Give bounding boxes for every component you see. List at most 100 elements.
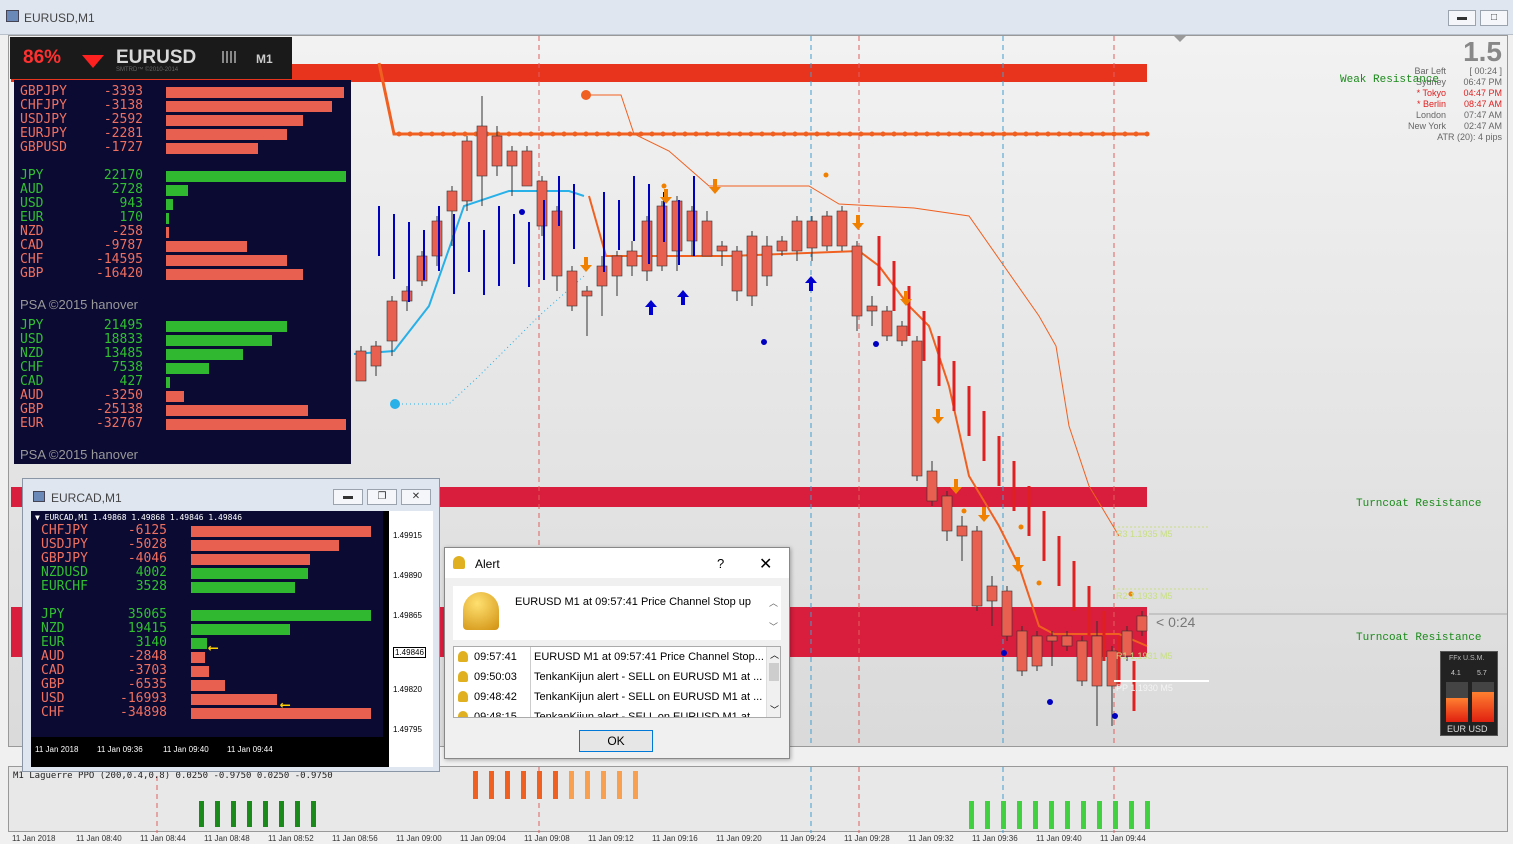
list-scroll-down-icon[interactable]: ﹀ bbox=[770, 703, 779, 716]
sell-arrow-icon bbox=[852, 215, 864, 230]
list-scroll-thumb[interactable] bbox=[769, 663, 779, 681]
message-scroll-down[interactable]: ﹀ bbox=[769, 620, 778, 633]
signal-dot bbox=[1036, 580, 1042, 586]
currency2-row: JPY 21495 bbox=[20, 319, 346, 333]
currency2-bar bbox=[166, 321, 287, 332]
candle-body bbox=[1001, 590, 1013, 637]
candle-body bbox=[956, 525, 968, 537]
candle-body bbox=[416, 255, 428, 282]
histogram-bar bbox=[1017, 801, 1022, 829]
currency2-row: AUD -3250 bbox=[20, 389, 346, 403]
channel-dot bbox=[616, 131, 622, 137]
channel-dot bbox=[1045, 131, 1051, 137]
currency-value: 170 bbox=[119, 210, 143, 225]
candle-body bbox=[506, 150, 518, 167]
pair-bar bbox=[166, 115, 303, 126]
histogram-bar bbox=[263, 801, 268, 827]
eurcad-restore-button[interactable]: ❐ bbox=[367, 489, 397, 505]
eurcad-currency-bar bbox=[191, 680, 226, 691]
eurcad-minimize-button[interactable]: ▬ bbox=[333, 489, 363, 505]
maximize-button[interactable]: □ bbox=[1480, 10, 1508, 26]
session-time: 07:47 AM bbox=[1463, 110, 1502, 120]
signal-dot bbox=[1047, 699, 1053, 705]
alert-list-item[interactable]: 09:50:03 TenkanKijun alert - SELL on EURU… bbox=[454, 667, 766, 687]
candle-body bbox=[551, 210, 563, 277]
alert-time: 09:57:41 bbox=[474, 651, 517, 663]
currency2-value: -3250 bbox=[103, 388, 143, 403]
candle-body bbox=[731, 250, 743, 292]
eurcad-currency-bar bbox=[191, 610, 371, 621]
list-scrollbar[interactable]: ︿ ﹀ bbox=[766, 647, 780, 717]
minimize-button[interactable]: ▬ bbox=[1448, 10, 1476, 26]
currency2-bar bbox=[166, 349, 244, 360]
alert-list-item[interactable]: 09:48:15 TenkanKijun alert - SELL on EURU… bbox=[454, 707, 766, 717]
channel-dot bbox=[715, 131, 721, 137]
eurcad-title: EURCAD,M1 bbox=[51, 491, 122, 505]
ok-button[interactable]: OK bbox=[579, 730, 653, 752]
currency2-row: NZD 13485 bbox=[20, 347, 346, 361]
eurcad-pair-value: -5028 bbox=[127, 537, 167, 552]
currency-row: AUD 2728 bbox=[20, 183, 346, 197]
alert-dialog[interactable]: Alert ? ✕ EURUSD M1 at 09:57:41 Price Ch… bbox=[444, 547, 790, 759]
close-button[interactable]: ✕ bbox=[759, 554, 772, 574]
turncoat-resistance-label-1: Turncoat Resistance bbox=[1356, 498, 1482, 510]
bell-icon bbox=[453, 556, 465, 569]
right-info: 1.5 Bar Left[ 00:24 ] Sydney 06:47 PM * Tok… bbox=[1380, 36, 1504, 146]
help-button[interactable]: ? bbox=[717, 556, 724, 571]
strength-symbol: EURUSD bbox=[116, 47, 197, 68]
channel-dot bbox=[517, 131, 523, 137]
channel-dot bbox=[660, 131, 666, 137]
eurcad-currency-row: NZD 19415 bbox=[41, 622, 371, 636]
candle-body bbox=[355, 350, 367, 382]
ffx-bar-left bbox=[1446, 682, 1468, 722]
time-axis-label: 11 Jan 08:56 bbox=[332, 834, 378, 843]
signal-dot bbox=[1112, 713, 1118, 719]
eurcad-currency-name: CAD bbox=[41, 663, 65, 678]
pair-row: EURJPY -2281 bbox=[20, 127, 346, 141]
currency-bar bbox=[166, 227, 169, 238]
eurcad-close-button[interactable]: ✕ bbox=[401, 489, 431, 505]
eurcad-pair-bar bbox=[191, 582, 296, 593]
currency-row: GBP -16420 bbox=[20, 267, 346, 281]
channel-dot bbox=[1133, 131, 1139, 137]
channel-dot bbox=[1034, 131, 1040, 137]
channel-dot bbox=[627, 131, 633, 137]
ffx-bar-right bbox=[1472, 682, 1494, 722]
currency-row: USD 943 bbox=[20, 197, 346, 211]
eurcad-currency-row: GBP -6535 bbox=[41, 678, 371, 692]
alert-message-box: EURUSD M1 at 09:57:41 Price Channel Stop… bbox=[453, 586, 781, 640]
strength-header: 86% EURUSD SMTRD™ ©2010-2014 M1 bbox=[10, 37, 292, 79]
histogram-bar bbox=[1001, 801, 1006, 829]
channel-dot bbox=[418, 131, 424, 137]
message-scroll-up[interactable]: ︿ bbox=[769, 596, 778, 609]
currency2-name: CHF bbox=[20, 360, 44, 375]
currency2-row: USD 18833 bbox=[20, 333, 346, 347]
alert-time: 09:48:42 bbox=[474, 691, 517, 703]
ffx-v1: 4.1 bbox=[1451, 670, 1461, 677]
candle-body bbox=[521, 150, 533, 187]
price-tick-label: 1.49846 bbox=[393, 647, 426, 658]
time-tick-label: 11 Jan 09:44 bbox=[227, 745, 273, 754]
bell-icon bbox=[458, 691, 468, 702]
currency-bar bbox=[166, 171, 346, 182]
currency-value: -16420 bbox=[96, 266, 143, 281]
alert-list-item[interactable]: 09:57:41 EURUSD M1 at 09:57:41 Price Chan… bbox=[454, 647, 766, 667]
alert-list-item[interactable]: 09:48:42 TenkanKijun alert - SELL on EURU… bbox=[454, 687, 766, 707]
eurcad-window[interactable]: EURCAD,M1 ▬ ❐ ✕ ▼ EURCAD,M1 1.49868 1.49… bbox=[22, 478, 440, 772]
alert-history-list[interactable]: ︿ ﹀ 09:57:41 EURUSD M1 at 09:57:41 Price … bbox=[453, 646, 781, 718]
channel-dot bbox=[462, 131, 468, 137]
time-tick-label: 11 Jan 09:40 bbox=[163, 745, 209, 754]
pair-bar bbox=[166, 129, 287, 140]
list-scroll-up-icon[interactable]: ︿ bbox=[770, 648, 779, 661]
eurcad-pair-value: 3528 bbox=[135, 579, 167, 594]
pair-name: CHFJPY bbox=[20, 98, 67, 113]
eurcad-chart[interactable]: ▼ EURCAD,M1 1.49868 1.49868 1.49846 1.49… bbox=[31, 511, 433, 767]
alert-message: EURUSD M1 at 09:57:41 Price Channel Stop… bbox=[515, 596, 752, 608]
time-axis-label: 11 Jan 09:32 bbox=[908, 834, 954, 843]
session-label: * Berlin bbox=[1416, 99, 1446, 109]
eurcad-pair-row: CHFJPY -6125 bbox=[41, 524, 371, 538]
channel-dot bbox=[440, 131, 446, 137]
time-axis-label: 11 Jan 09:44 bbox=[1100, 834, 1146, 843]
channel-dot bbox=[913, 131, 919, 137]
pair-bar bbox=[166, 87, 345, 98]
